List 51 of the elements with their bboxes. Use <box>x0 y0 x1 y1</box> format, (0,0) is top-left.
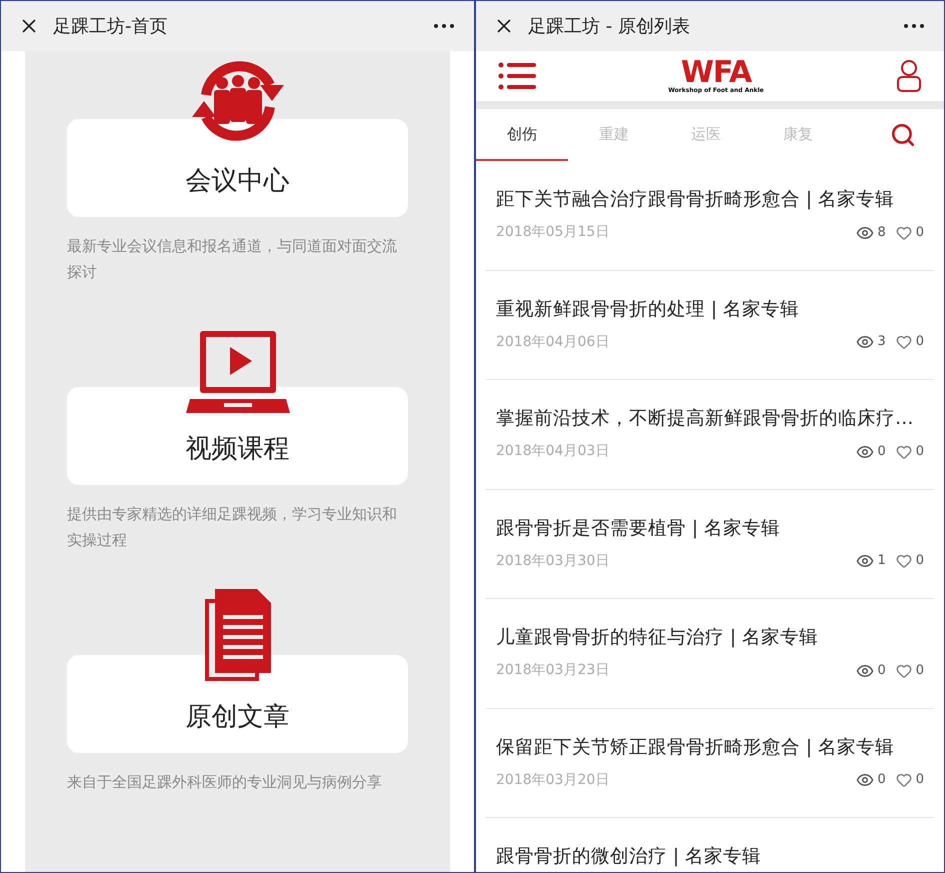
view-count: 3 <box>877 333 886 352</box>
profile-button[interactable] <box>896 59 922 93</box>
more-icon <box>434 24 454 28</box>
view-count: 0 <box>877 442 886 461</box>
like-icon <box>896 224 912 240</box>
category-tab[interactable]: 创伤 <box>476 109 568 161</box>
like-count: 0 <box>916 442 924 461</box>
article-title[interactable]: 跟骨骨折的微创治疗 | 名家专辑 <box>496 842 924 872</box>
section-card[interactable]: 会议中心 <box>67 119 408 217</box>
section-card[interactable]: 视频课程 <box>67 387 408 485</box>
like-icon <box>896 662 912 678</box>
like-icon <box>896 444 912 460</box>
article-title[interactable]: 距下关节融合治疗跟骨骨折畸形愈合 | 名家专辑 <box>496 185 924 215</box>
views-icon <box>856 552 874 570</box>
article-date: 2018年04月06日 <box>496 332 610 352</box>
user-icon <box>896 59 922 93</box>
views-icon <box>856 333 874 351</box>
views-icon <box>856 771 874 789</box>
more-icon <box>904 24 924 28</box>
article-title[interactable]: 重视新鲜跟骨骨折的处理 | 名家专辑 <box>496 294 924 324</box>
like-icon <box>896 772 912 788</box>
like-count: 0 <box>916 224 924 242</box>
like-count: 0 <box>916 333 924 352</box>
view-count: 0 <box>877 662 886 680</box>
like-count: 0 <box>916 552 924 570</box>
search-icon <box>890 122 916 148</box>
window-title: 足踝工坊 - 原创列表 <box>528 14 690 38</box>
documents-icon <box>202 587 272 683</box>
view-count: 0 <box>877 771 886 790</box>
window-title: 足踝工坊-首页 <box>53 14 168 38</box>
article-date: 2018年03月30日 <box>496 552 610 570</box>
view-count: 8 <box>877 224 886 242</box>
section-description: 最新专业会议信息和报名通道，与同道面对面交流探讨 <box>67 236 398 283</box>
view-count: 1 <box>877 552 886 570</box>
section-card[interactable]: 原创文章 <box>67 655 408 753</box>
section-description: 来自于全国足踝外科医师的专业洞见与病例分享 <box>67 772 383 793</box>
like-count: 0 <box>916 771 924 790</box>
article-date: 2018年05月15日 <box>496 223 610 242</box>
article-date: 2018年04月03日 <box>496 442 610 461</box>
article-date: 2018年03月23日 <box>496 661 610 680</box>
section-description: 提供由专家精选的详细足踝视频，学习专业知识和实操过程 <box>67 504 398 551</box>
like-count: 0 <box>916 662 924 680</box>
like-icon <box>896 553 912 569</box>
article-title[interactable]: 掌握前沿技术，不断提高新鲜跟骨骨折的临床疗… <box>496 404 924 434</box>
article-date: 2018年03月20日 <box>496 770 610 790</box>
list-menu-icon <box>498 62 536 90</box>
menu-button[interactable] <box>498 62 536 90</box>
like-icon <box>896 334 912 350</box>
article-title[interactable]: 保留距下关节矫正跟骨骨折畸形愈合 | 名家专辑 <box>496 732 924 762</box>
article-title[interactable]: 跟骨骨折是否需要植骨 | 名家专辑 <box>496 514 924 544</box>
article-title[interactable]: 儿童跟骨骨折的特征与治疗 | 名家专辑 <box>496 623 924 653</box>
